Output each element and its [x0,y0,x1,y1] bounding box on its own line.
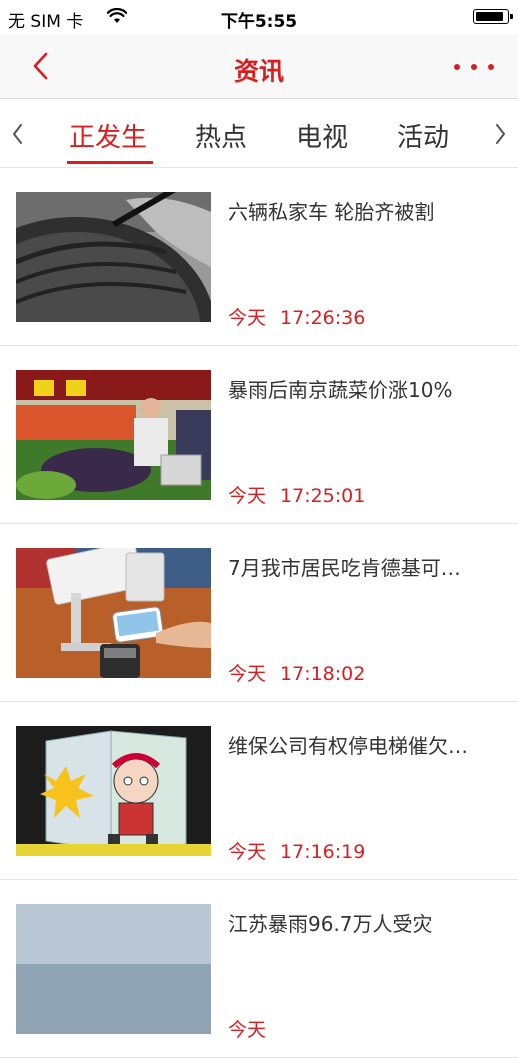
news-time: 今天 17:25:01 [228,485,366,507]
tab-dianshi[interactable]: 电视 [296,117,348,154]
news-thumbnail [16,726,211,856]
news-item[interactable]: 暴雨后南京蔬菜价涨10% 今天 17:25:01 [0,346,518,524]
tabs-prev-button[interactable] [8,121,28,147]
news-item[interactable]: 维保公司有权停电梯催欠… 今天 17:16:19 [0,702,518,880]
tabs-next-button[interactable] [490,121,510,147]
more-dots-icon [454,64,460,70]
news-title: 维保公司有权停电梯催欠… [228,734,468,758]
news-list: 六辆私家车 轮胎齐被割 今天 17:26:36 暴雨后南京蔬菜价涨10% 今天 17… [0,168,518,1058]
news-thumbnail [16,370,211,500]
chevron-left-icon [13,124,22,144]
news-thumbnail [16,548,211,678]
news-time: 今天 17:18:02 [228,663,366,685]
tab-zhengfasheng[interactable]: 正发生 [69,117,147,154]
more-button[interactable] [450,56,498,76]
battery-icon [473,9,513,24]
clock: 下午5:55 [220,12,298,32]
news-title: 江苏暴雨96.7万人受灾 [228,912,433,936]
news-item[interactable]: 江苏暴雨96.7万人受灾 今天 [0,880,518,1058]
category-tabs: 正发生 热点 电视 活动 [0,99,518,168]
news-thumbnail [16,904,211,1034]
navigation-bar: 资讯 [0,34,518,99]
tab-redian[interactable]: 热点 [195,117,247,154]
news-item[interactable]: 六辆私家车 轮胎齐被割 今天 17:26:36 [0,168,518,346]
active-tab-indicator [67,161,153,164]
status-bar: 无 SIM 卡 下午5:55 [0,0,518,34]
news-title: 暴雨后南京蔬菜价涨10% [228,378,453,402]
tab-huodong[interactable]: 活动 [397,117,449,154]
news-time: 今天 17:16:19 [228,841,366,863]
news-item[interactable]: 7月我市居民吃肯德基可… 今天 17:18:02 [0,524,518,702]
chevron-right-icon [496,124,505,144]
news-time: 今天 17:26:36 [228,307,366,329]
page-title: 资讯 [233,57,284,86]
news-time: 今天 [228,1019,267,1041]
news-thumbnail [16,192,211,322]
news-title: 六辆私家车 轮胎齐被割 [228,200,435,224]
news-title: 7月我市居民吃肯德基可… [228,556,461,580]
